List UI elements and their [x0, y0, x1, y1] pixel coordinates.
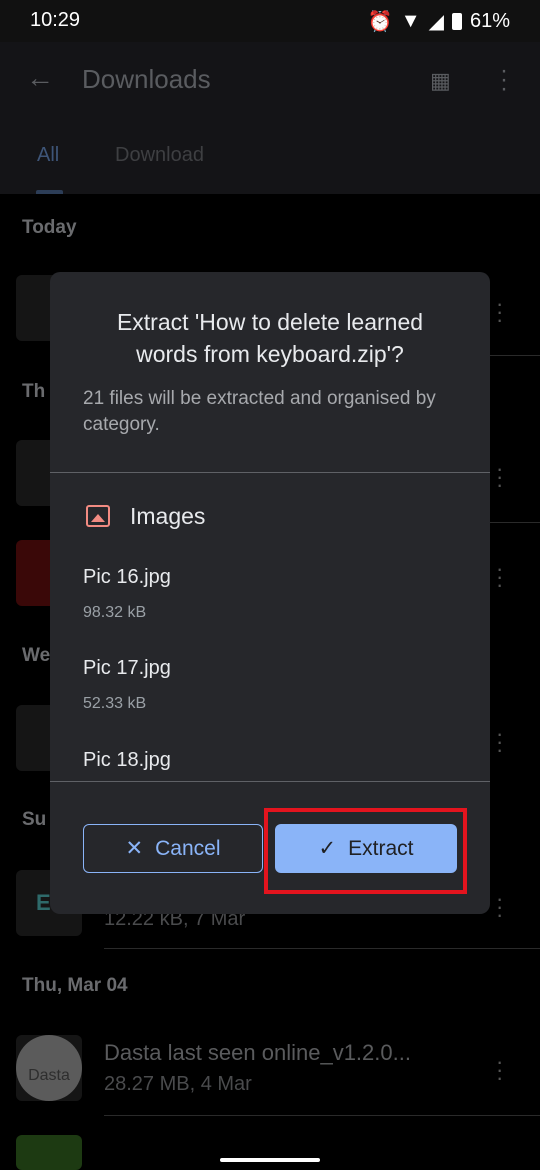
file-name: Pic 17.jpg [83, 657, 171, 679]
more-icon[interactable]: · · · [496, 888, 504, 926]
section-header: Th [22, 381, 46, 402]
section-header: Thu, Mar 04 [22, 975, 128, 996]
wifi-icon: ▼ [400, 10, 421, 32]
highlight-box [264, 808, 467, 894]
document-icon: E [36, 890, 51, 915]
tab-all[interactable]: All [37, 144, 59, 167]
close-icon: ✕ [125, 837, 144, 860]
divider [104, 948, 540, 949]
file-thumbnail [16, 1135, 82, 1170]
thumbnail-label: Dasta [16, 1035, 82, 1101]
tab-indicator [36, 190, 63, 194]
more-icon[interactable]: · · · [496, 723, 504, 761]
section-header: We [22, 645, 51, 666]
status-time: 10:29 [30, 9, 81, 31]
divider [50, 472, 490, 473]
signal-icon: ◢ [428, 11, 444, 33]
home-indicator[interactable] [220, 1158, 320, 1162]
section-header: Today [22, 217, 77, 238]
back-icon[interactable]: ← [26, 62, 54, 94]
file-meta: 28.27 MB, 4 Mar [104, 1073, 252, 1095]
file-name: Pic 18.jpg [83, 749, 171, 771]
category-label: Images [130, 503, 206, 529]
more-icon[interactable]: · · · [496, 558, 504, 596]
status-bar: 10:29 ⏰ ▼ ◢ 61% [0, 0, 540, 42]
battery-percent: 61% [469, 10, 510, 32]
file-name[interactable]: Dasta last seen online_v1.2.0... [104, 1040, 411, 1066]
app-bar: ← Downloads ▦ · · · All Download [0, 42, 540, 194]
grid-view-icon[interactable]: ▦ [430, 68, 451, 94]
image-icon [86, 505, 110, 527]
file-size: 52.33 kB [83, 695, 147, 712]
dialog-title: Extract 'How to delete learned words fro… [116, 309, 424, 367]
more-icon[interactable]: · · · [496, 293, 504, 331]
more-icon[interactable]: · · · [496, 1051, 504, 1089]
file-name: Pic 16.jpg [83, 566, 171, 588]
file-size: 98.32 kB [83, 604, 147, 621]
more-options-icon[interactable]: · · · [500, 59, 508, 101]
section-header: Su [22, 809, 47, 830]
divider [104, 1115, 540, 1116]
page-title: Downloads [82, 64, 211, 94]
dialog-subtitle: 21 files will be extracted and organised… [83, 388, 436, 435]
cancel-label: Cancel [155, 836, 221, 860]
alarm-icon: ⏰ [367, 11, 393, 33]
more-icon[interactable]: · · · [496, 458, 504, 496]
tab-download[interactable]: Download [115, 144, 204, 167]
file-thumbnail[interactable]: Dasta [16, 1035, 82, 1101]
cancel-button[interactable]: ✕ Cancel [83, 824, 263, 873]
divider [50, 781, 490, 782]
battery-icon [451, 13, 462, 30]
